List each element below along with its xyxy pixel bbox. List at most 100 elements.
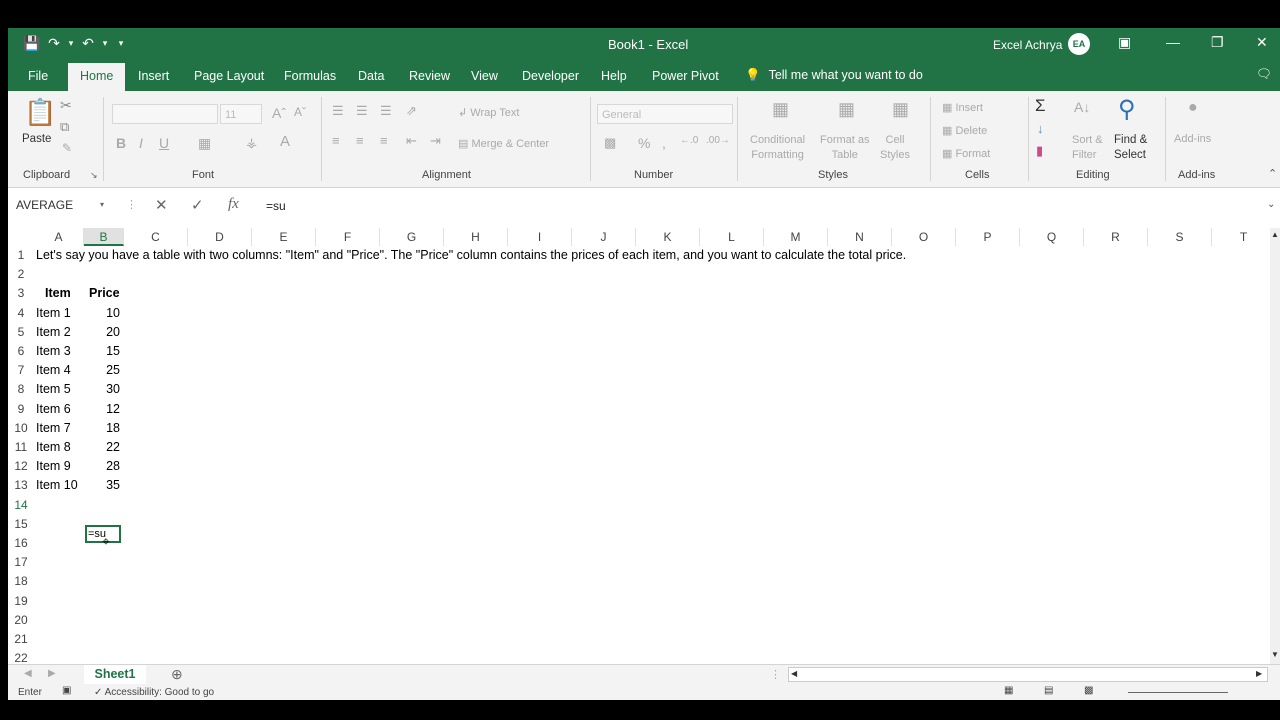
currency-icon[interactable]: ▩ [604,135,616,151]
fill-icon[interactable]: ↓ [1037,121,1044,136]
increase-font-icon[interactable]: Aˆ [272,105,286,121]
tab-power-pivot[interactable]: Power Pivot [652,69,719,83]
column-header-d[interactable]: D [188,228,252,246]
column-header-o[interactable]: O [892,228,956,246]
item-cell[interactable]: Item 1 [36,304,71,323]
item-cell[interactable]: Item 8 [36,438,71,457]
bold-icon[interactable]: B [116,135,126,151]
price-cell[interactable]: 25 [84,361,120,380]
column-header-c[interactable]: C [124,228,188,246]
insert-function-icon[interactable]: fx [228,196,239,213]
borders-icon[interactable]: ▦ [198,135,211,152]
row-header-13[interactable]: 13 [8,476,34,495]
accessibility-status[interactable]: ✓ Accessibility: Good to go [94,687,214,698]
copy-icon[interactable]: ⧉ [60,119,69,135]
merge-center-button[interactable]: ▤ Merge & Center [458,137,549,150]
price-cell[interactable]: 28 [84,457,120,476]
scroll-up-icon[interactable]: ▲ [1271,230,1279,239]
close-icon[interactable]: ✕ [1256,34,1268,51]
scroll-left-icon[interactable]: ◀ [791,669,797,678]
align-left-icon[interactable]: ≡ [332,133,340,148]
row-header-11[interactable]: 11 [8,438,34,457]
row-header-22[interactable]: 22 [8,649,34,664]
column-header-k[interactable]: K [636,228,700,246]
row-header-6[interactable]: 6 [8,342,34,361]
tab-home[interactable]: Home [68,63,126,91]
cut-icon[interactable]: ✂ [60,97,72,114]
cell-a3[interactable]: Item [45,284,71,303]
column-header-g[interactable]: G [380,228,444,246]
row-header-1[interactable]: 1 [8,246,34,265]
row-header-15[interactable]: 15 [8,515,34,534]
autosum-icon[interactable]: Σ [1035,96,1046,116]
tab-view[interactable]: View [471,69,498,83]
user-name[interactable]: Excel Achrya [993,38,1062,52]
format-painter-icon[interactable]: ✎ [62,141,72,155]
increase-decimal-icon[interactable]: ←.0 [680,135,698,146]
decrease-decimal-icon[interactable]: .00→ [706,135,730,146]
column-header-p[interactable]: P [956,228,1020,246]
paste-icon[interactable]: 📋 [24,97,56,128]
redo-icon[interactable]: ↷ [46,35,62,52]
row-header-21[interactable]: 21 [8,630,34,649]
font-name-box[interactable] [112,104,218,124]
orientation-icon[interactable]: ⇗ [406,103,417,119]
paste-button[interactable]: Paste [22,133,51,145]
tab-formulas[interactable]: Formulas [284,69,336,83]
price-cell[interactable]: 20 [84,323,120,342]
item-cell[interactable]: Item 7 [36,419,71,438]
prev-sheet-icon[interactable]: ◀ [24,668,32,679]
tab-help[interactable]: Help [601,69,627,83]
item-cell[interactable]: Item 9 [36,457,71,476]
normal-view-icon[interactable]: ▦ [1004,685,1013,696]
cancel-icon[interactable]: ✕ [155,196,168,214]
wrap-text-button[interactable]: ↲ Wrap Text [458,106,519,119]
worksheet-grid[interactable]: ABCDEFGHIJKLMNOPQRST 1 2 3 4 5 6 7 8 9 10 11 12 13 14… [8,228,1270,664]
scroll-right-icon[interactable]: ▶ [1256,669,1262,678]
item-cell[interactable]: Item 3 [36,342,71,361]
cell-styles-button[interactable]: Cell Styles [880,133,910,163]
minimize-icon[interactable]: — [1166,34,1180,50]
tab-page-layout[interactable]: Page Layout [194,69,264,83]
row-header-3[interactable]: 3 [8,284,34,303]
price-cell[interactable]: 35 [84,476,120,495]
vertical-scrollbar[interactable] [1270,228,1280,664]
scroll-down-icon[interactable]: ▼ [1271,650,1279,659]
ribbon-display-icon[interactable]: ▣ [1118,34,1131,51]
underline-icon[interactable]: U [159,135,169,151]
item-cell[interactable]: Item 2 [36,323,71,342]
decrease-indent-icon[interactable]: ⇤ [406,133,417,149]
item-cell[interactable]: Item 10 [36,476,78,495]
column-header-h[interactable]: H [444,228,508,246]
tab-insert[interactable]: Insert [138,69,169,83]
chevron-down-icon[interactable]: ▾ [66,38,76,49]
increase-indent-icon[interactable]: ⇥ [430,133,441,149]
row-header-4[interactable]: 4 [8,304,34,323]
align-center-icon[interactable]: ≡ [356,133,364,148]
tell-me-search[interactable]: 💡 Tell me what you want to do [745,68,923,83]
column-header-t[interactable]: T [1212,228,1270,246]
item-cell[interactable]: Item 5 [36,380,71,399]
row-header-10[interactable]: 10 [8,419,34,438]
row-header-2[interactable]: 2 [8,265,34,284]
horizontal-scrollbar[interactable] [788,667,1268,682]
enter-icon[interactable]: ✓ [191,196,204,214]
row-header-5[interactable]: 5 [8,323,34,342]
tab-data[interactable]: Data [358,69,384,83]
customize-qat-icon[interactable]: ▾ [114,38,128,49]
column-header-s[interactable]: S [1148,228,1212,246]
format-cells-button[interactable]: ▦ Format [942,147,990,160]
cell-b3[interactable]: Price [89,284,120,303]
row-header-18[interactable]: 18 [8,572,34,591]
fill-color-icon[interactable]: ⚶ [246,135,257,151]
row-header-17[interactable]: 17 [8,553,34,572]
add-sheet-icon[interactable]: ⊕ [171,666,183,683]
row-header-14[interactable]: 14 [8,496,34,515]
insert-cells-button[interactable]: ▦ Insert [942,101,983,114]
price-cell[interactable]: 22 [84,438,120,457]
row-header-8[interactable]: 8 [8,380,34,399]
zoom-slider[interactable] [1128,692,1228,693]
format-as-table-button[interactable]: Format as Table [820,133,870,163]
column-header-j[interactable]: J [572,228,636,246]
maximize-icon[interactable]: ❐ [1211,34,1224,51]
